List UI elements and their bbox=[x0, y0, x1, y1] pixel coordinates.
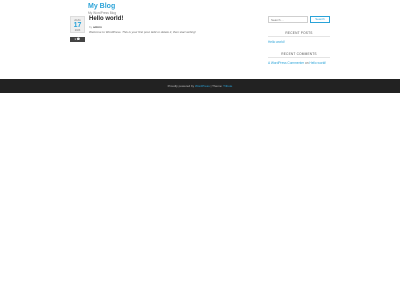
post-date-year: 2023 bbox=[74, 29, 81, 32]
footer-separator: | Theme: bbox=[209, 84, 224, 88]
search-button[interactable]: Search bbox=[310, 16, 330, 23]
comment-author-link[interactable]: A WordPress Commenter bbox=[268, 61, 304, 65]
post-meta: by admin bbox=[89, 25, 102, 29]
recent-posts-title: RECENT POSTS bbox=[268, 31, 330, 37]
comment-icon: 💬 bbox=[76, 37, 81, 41]
comment-count: 1 bbox=[74, 37, 77, 41]
footer-prefix: Proudly powered by bbox=[167, 84, 195, 88]
post-date-day: 17 bbox=[73, 22, 82, 29]
search-form: Search bbox=[268, 16, 330, 23]
post-title[interactable]: Hello world! bbox=[89, 16, 123, 23]
footer-wordpress-link[interactable]: WordPress bbox=[195, 84, 210, 88]
post-meta-by: by bbox=[89, 25, 93, 29]
post-date-box: AUG 17 2023 bbox=[70, 16, 85, 33]
comment-connector: on bbox=[304, 61, 309, 65]
site-footer: Proudly powered by WordPress | Theme: Tr… bbox=[0, 79, 400, 93]
post-excerpt: Welcome to WordPress. This is your first… bbox=[89, 30, 196, 34]
site-header: My Blog My WordPress Blog bbox=[88, 3, 116, 15]
recent-comment-item: A WordPress Commenter on Hello world! bbox=[268, 61, 328, 65]
recent-comments-title: RECENT COMMENTS bbox=[268, 52, 330, 58]
recent-post-link[interactable]: Hello world! bbox=[268, 40, 330, 44]
footer-theme-link[interactable]: Tribute bbox=[223, 84, 232, 88]
comment-post-link[interactable]: Hello world! bbox=[309, 61, 326, 65]
comment-count-badge[interactable]: 1 💬 bbox=[70, 37, 85, 42]
sidebar: Search RECENT POSTS Hello world! RECENT … bbox=[268, 16, 330, 65]
search-input[interactable] bbox=[268, 16, 308, 23]
post-author[interactable]: admin bbox=[93, 25, 102, 29]
site-description: My WordPress Blog bbox=[88, 11, 117, 15]
site-title[interactable]: My Blog bbox=[88, 3, 116, 11]
